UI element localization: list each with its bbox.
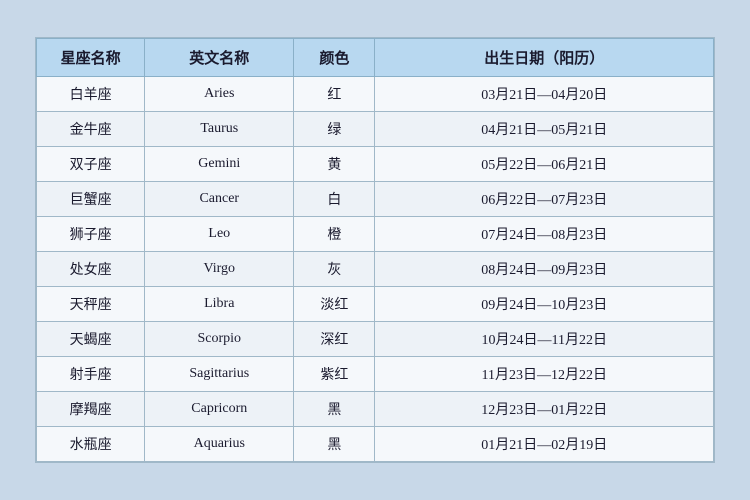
cell-chinese: 射手座: [37, 357, 145, 392]
cell-chinese: 水瓶座: [37, 427, 145, 462]
cell-date: 07月24日—08月23日: [375, 217, 714, 252]
cell-color: 淡红: [294, 287, 375, 322]
table-row: 白羊座Aries红03月21日—04月20日: [37, 77, 714, 112]
header-english: 英文名称: [145, 39, 294, 77]
cell-chinese: 巨蟹座: [37, 182, 145, 217]
zodiac-table: 星座名称 英文名称 颜色 出生日期（阳历） 白羊座Aries红03月21日—04…: [36, 38, 714, 462]
cell-chinese: 天秤座: [37, 287, 145, 322]
cell-color: 白: [294, 182, 375, 217]
cell-english: Scorpio: [145, 322, 294, 357]
cell-color: 灰: [294, 252, 375, 287]
zodiac-table-container: 星座名称 英文名称 颜色 出生日期（阳历） 白羊座Aries红03月21日—04…: [35, 37, 715, 463]
table-row: 巨蟹座Cancer白06月22日—07月23日: [37, 182, 714, 217]
cell-english: Taurus: [145, 112, 294, 147]
cell-english: Virgo: [145, 252, 294, 287]
cell-date: 09月24日—10月23日: [375, 287, 714, 322]
cell-color: 黑: [294, 392, 375, 427]
table-row: 天秤座Libra淡红09月24日—10月23日: [37, 287, 714, 322]
table-row: 金牛座Taurus绿04月21日—05月21日: [37, 112, 714, 147]
cell-english: Leo: [145, 217, 294, 252]
cell-date: 05月22日—06月21日: [375, 147, 714, 182]
cell-color: 深红: [294, 322, 375, 357]
cell-chinese: 摩羯座: [37, 392, 145, 427]
cell-date: 06月22日—07月23日: [375, 182, 714, 217]
table-row: 狮子座Leo橙07月24日—08月23日: [37, 217, 714, 252]
cell-color: 橙: [294, 217, 375, 252]
cell-english: Cancer: [145, 182, 294, 217]
cell-date: 08月24日—09月23日: [375, 252, 714, 287]
cell-chinese: 处女座: [37, 252, 145, 287]
table-row: 天蝎座Scorpio深红10月24日—11月22日: [37, 322, 714, 357]
cell-color: 绿: [294, 112, 375, 147]
cell-english: Libra: [145, 287, 294, 322]
cell-chinese: 金牛座: [37, 112, 145, 147]
cell-color: 紫红: [294, 357, 375, 392]
cell-chinese: 白羊座: [37, 77, 145, 112]
cell-english: Sagittarius: [145, 357, 294, 392]
table-row: 双子座Gemini黄05月22日—06月21日: [37, 147, 714, 182]
cell-color: 黑: [294, 427, 375, 462]
table-row: 摩羯座Capricorn黑12月23日—01月22日: [37, 392, 714, 427]
table-row: 处女座Virgo灰08月24日—09月23日: [37, 252, 714, 287]
table-row: 射手座Sagittarius紫红11月23日—12月22日: [37, 357, 714, 392]
cell-chinese: 狮子座: [37, 217, 145, 252]
cell-chinese: 双子座: [37, 147, 145, 182]
cell-date: 01月21日—02月19日: [375, 427, 714, 462]
table-header-row: 星座名称 英文名称 颜色 出生日期（阳历）: [37, 39, 714, 77]
header-date: 出生日期（阳历）: [375, 39, 714, 77]
table-row: 水瓶座Aquarius黑01月21日—02月19日: [37, 427, 714, 462]
cell-date: 11月23日—12月22日: [375, 357, 714, 392]
cell-color: 黄: [294, 147, 375, 182]
header-color: 颜色: [294, 39, 375, 77]
cell-english: Gemini: [145, 147, 294, 182]
cell-date: 03月21日—04月20日: [375, 77, 714, 112]
cell-date: 10月24日—11月22日: [375, 322, 714, 357]
cell-date: 04月21日—05月21日: [375, 112, 714, 147]
cell-english: Aries: [145, 77, 294, 112]
header-chinese: 星座名称: [37, 39, 145, 77]
cell-english: Aquarius: [145, 427, 294, 462]
cell-color: 红: [294, 77, 375, 112]
cell-chinese: 天蝎座: [37, 322, 145, 357]
cell-english: Capricorn: [145, 392, 294, 427]
cell-date: 12月23日—01月22日: [375, 392, 714, 427]
